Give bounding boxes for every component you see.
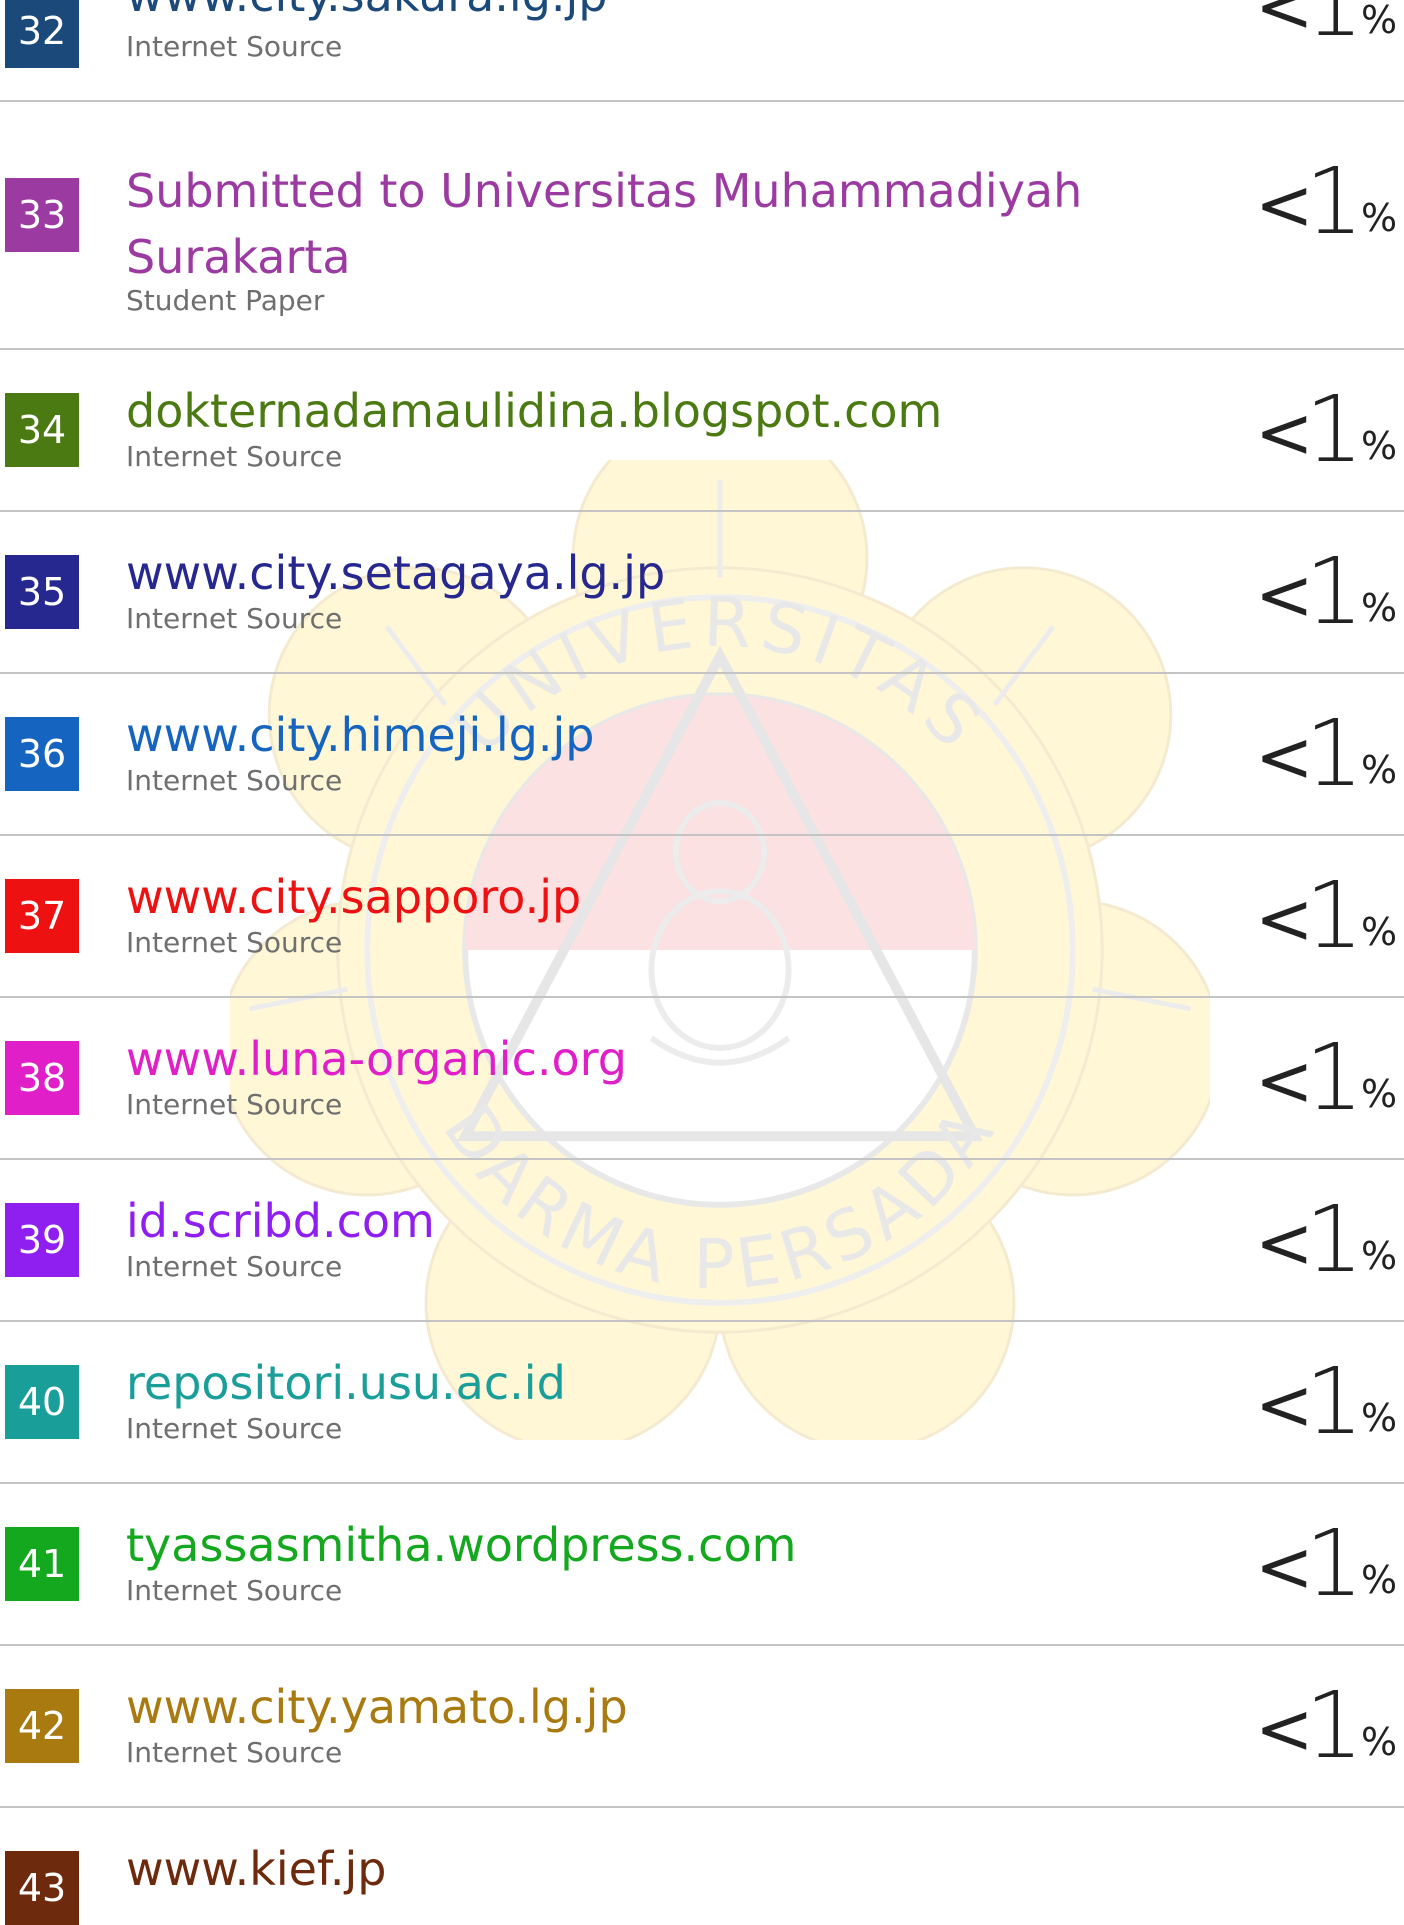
match-percentage: <1%: [1255, 1676, 1404, 1776]
source-title[interactable]: www.city.yamato.lg.jp: [126, 1674, 1126, 1740]
percentage-value: 1: [1305, 0, 1364, 57]
percentage-value: 1: [1305, 1510, 1364, 1617]
source-title[interactable]: id.scribd.com: [126, 1188, 1126, 1254]
percentage-sign: %: [1361, 910, 1398, 954]
source-number-badge: 39: [5, 1203, 79, 1277]
source-number-badge: 41: [5, 1527, 79, 1601]
source-title[interactable]: dokternadamaulidina.blogspot.com: [126, 378, 1126, 444]
match-percentage: <1%: [1255, 1028, 1404, 1128]
source-number-badge: 38: [5, 1041, 79, 1115]
percentage-value: 1: [1305, 538, 1364, 645]
source-title[interactable]: Surakarta: [126, 224, 1126, 290]
source-type-label: Student Paper: [126, 284, 325, 317]
source-row: 41 tyassasmitha.wordpress.com Internet Sou…: [0, 1482, 1404, 1646]
source-number-badge: 32: [5, 0, 79, 68]
source-title[interactable]: www.city.setagaya.lg.jp: [126, 540, 1126, 606]
percentage-sign: %: [1361, 1396, 1398, 1440]
percentage-sign: %: [1361, 586, 1398, 630]
source-row: 37 www.city.sapporo.jp Internet Source <1%: [0, 834, 1404, 998]
source-row: 38 www.luna-organic.org Internet Source <1%: [0, 996, 1404, 1160]
percentage-value: 1: [1305, 862, 1364, 969]
match-percentage: <1%: [1255, 152, 1404, 252]
percentage-sign: %: [1361, 1072, 1398, 1116]
match-percentage: <1%: [1255, 0, 1404, 54]
source-number-badge: 40: [5, 1365, 79, 1439]
source-type-label: Internet Source: [126, 440, 343, 473]
source-number-badge: 33: [5, 178, 79, 252]
source-number-badge: 35: [5, 555, 79, 629]
match-percentage: <1%: [1255, 380, 1404, 480]
source-type-label: Internet Source: [126, 1250, 343, 1283]
source-row: 33 Submitted to Universitas Muhammadiyah S…: [0, 130, 1404, 350]
percentage-value: 1: [1305, 1186, 1364, 1293]
source-type-label: Internet Source: [126, 30, 343, 63]
row-divider: [0, 100, 1404, 102]
source-row: 36 www.city.himeji.lg.jp Internet Source <1…: [0, 672, 1404, 836]
source-type-label: Internet Source: [126, 1736, 343, 1769]
match-percentage: <1%: [1255, 866, 1404, 966]
percentage-sign: %: [1361, 748, 1398, 792]
percentage-value: 1: [1305, 376, 1364, 483]
source-title[interactable]: www.luna-organic.org: [126, 1026, 1126, 1092]
percentage-sign: %: [1361, 1558, 1398, 1602]
source-number-badge: 36: [5, 717, 79, 791]
match-percentage: <1%: [1255, 1190, 1404, 1290]
percentage-sign: %: [1361, 424, 1398, 468]
match-percentage: <1%: [1255, 704, 1404, 804]
source-row: 35 www.city.setagaya.lg.jp Internet Source…: [0, 510, 1404, 674]
source-row: 42 www.city.yamato.lg.jp Internet Source <1…: [0, 1644, 1404, 1808]
source-type-label: Internet Source: [126, 926, 343, 959]
percentage-sign: %: [1361, 0, 1398, 42]
source-row: 32 www.city.sakura.lg.jpInternet Source <1…: [0, 0, 1404, 130]
percentage-value: 1: [1305, 1348, 1364, 1455]
percentage-sign: %: [1361, 1234, 1398, 1278]
source-type-label: Internet Source: [126, 1088, 343, 1121]
percentage-value: 1: [1305, 148, 1364, 255]
percentage-value: 1: [1305, 1672, 1364, 1779]
source-row: 43 www.kief.jp: [0, 1806, 1404, 1925]
source-number-badge: 42: [5, 1689, 79, 1763]
source-type-label: Internet Source: [126, 1574, 343, 1607]
source-number-badge: 37: [5, 879, 79, 953]
source-number-badge: 34: [5, 393, 79, 467]
percentage-sign: %: [1361, 196, 1398, 240]
source-title[interactable]: repositori.usu.ac.id: [126, 1350, 1126, 1416]
source-type-label: Internet Source: [126, 1412, 343, 1445]
source-title[interactable]: www.city.sapporo.jp: [126, 864, 1126, 930]
match-percentage: <1%: [1255, 1514, 1404, 1614]
match-percentage: <1%: [1255, 542, 1404, 642]
source-type-label: Internet Source: [126, 602, 343, 635]
source-row: 40 repositori.usu.ac.id Internet Source <1%: [0, 1320, 1404, 1484]
percentage-value: 1: [1305, 1024, 1364, 1131]
source-row: 34 dokternadamaulidina.blogspot.com Intern…: [0, 348, 1404, 512]
source-type-label: Internet Source: [126, 764, 343, 797]
source-title[interactable]: www.city.sakura.lg.jp: [126, 0, 1126, 28]
source-title[interactable]: tyassasmitha.wordpress.com: [126, 1512, 1126, 1578]
source-row: 39 id.scribd.com Internet Source <1%: [0, 1158, 1404, 1322]
match-percentage: <1%: [1255, 1352, 1404, 1452]
source-title[interactable]: www.city.himeji.lg.jp: [126, 702, 1126, 768]
percentage-value: 1: [1305, 700, 1364, 807]
source-title[interactable]: Submitted to Universitas Muhammadiyah: [126, 158, 1126, 224]
source-title[interactable]: www.kief.jp: [126, 1836, 1126, 1902]
percentage-sign: %: [1361, 1720, 1398, 1764]
source-number-badge: 43: [5, 1851, 79, 1925]
